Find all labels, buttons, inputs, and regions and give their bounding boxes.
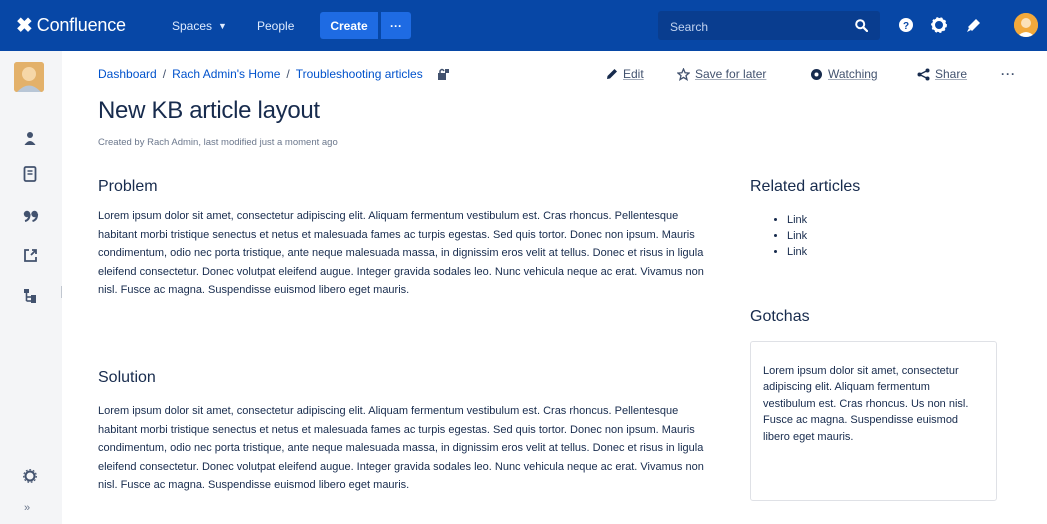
related-articles-list: Link Link Link (773, 212, 807, 260)
space-settings-icon[interactable] (23, 469, 37, 483)
people-icon[interactable] (23, 131, 37, 145)
space-avatar-image (14, 62, 44, 92)
export-icon[interactable] (23, 248, 38, 263)
save-for-later-label: Save for later (695, 67, 767, 81)
confluence-logo[interactable]: ✖ Confluence (16, 0, 126, 51)
app-name: Confluence (36, 15, 126, 35)
share-button[interactable]: Share (917, 64, 967, 84)
confluence-logo-icon: ✖ (16, 14, 33, 37)
breadcrumb-troubleshooting[interactable]: Troubleshooting articles (296, 67, 423, 81)
related-link[interactable]: Link (787, 212, 807, 228)
space-avatar[interactable] (14, 62, 44, 92)
notifications-megaphone-icon[interactable] (966, 17, 982, 33)
page-byline: Created by Rach Admin, last modified jus… (98, 137, 338, 148)
svg-text:?: ? (903, 21, 909, 32)
breadcrumb-separator: / (286, 67, 290, 81)
problem-heading: Problem (98, 178, 158, 195)
help-icon[interactable]: ? (898, 17, 914, 33)
create-button[interactable]: Create (320, 12, 378, 39)
search-input[interactable] (668, 15, 842, 38)
restrictions-lock-icon[interactable] (437, 68, 450, 81)
breadcrumb: Dashboard / Rach Admin's Home / Troubles… (98, 64, 450, 84)
share-icon (917, 68, 930, 80)
sidebar-resize-handle[interactable] (61, 286, 63, 298)
breadcrumb-dashboard[interactable]: Dashboard (98, 67, 157, 81)
more-actions-button[interactable]: ··· (1001, 64, 1016, 84)
settings-gear-icon[interactable] (931, 17, 947, 33)
related-link[interactable]: Link (787, 244, 807, 260)
create-more-button[interactable]: ··· (381, 12, 411, 39)
user-avatar-image (1014, 13, 1038, 37)
spaces-menu[interactable]: Spaces ▼ (172, 0, 227, 51)
top-navigation-bar: ✖ Confluence Spaces ▼ People Create ··· … (0, 0, 1047, 51)
pages-icon[interactable] (23, 166, 37, 182)
people-link[interactable]: People (257, 0, 294, 51)
breadcrumb-home[interactable]: Rach Admin's Home (172, 67, 280, 81)
solution-heading: Solution (98, 369, 156, 386)
gotchas-text: Lorem ipsum dolor sit amet, consectetur … (763, 365, 969, 443)
spaces-label: Spaces (172, 18, 213, 33)
left-sidebar: » (0, 51, 62, 524)
chevron-down-icon: ▼ (218, 20, 227, 31)
watching-button[interactable]: Watching (810, 64, 878, 84)
related-articles-heading: Related articles (750, 178, 861, 195)
watching-label: Watching (828, 67, 878, 81)
breadcrumb-separator: / (162, 67, 167, 81)
share-label: Share (935, 67, 968, 81)
gotchas-panel: Lorem ipsum dolor sit amet, consectetur … (750, 341, 997, 501)
page-tree-icon[interactable] (23, 288, 38, 304)
search-icon[interactable] (855, 19, 868, 32)
problem-text: Lorem ipsum dolor sit amet, consectetur … (98, 210, 704, 296)
edit-label: Edit (623, 67, 644, 81)
solution-text: Lorem ipsum dolor sit amet, consectetur … (98, 405, 704, 491)
page-title: New KB article layout (98, 97, 320, 124)
edit-button[interactable]: Edit (606, 64, 644, 84)
search-box[interactable] (658, 11, 880, 40)
save-for-later-button[interactable]: Save for later (677, 64, 766, 84)
eye-icon (811, 68, 822, 80)
people-label: People (257, 18, 295, 33)
blog-quote-icon[interactable] (23, 209, 39, 223)
gotchas-heading: Gotchas (750, 308, 810, 325)
star-icon (677, 67, 690, 81)
pencil-icon (607, 69, 617, 79)
expand-sidebar-icon[interactable]: » (24, 502, 30, 514)
related-link[interactable]: Link (787, 228, 807, 244)
user-avatar[interactable] (1014, 13, 1038, 37)
